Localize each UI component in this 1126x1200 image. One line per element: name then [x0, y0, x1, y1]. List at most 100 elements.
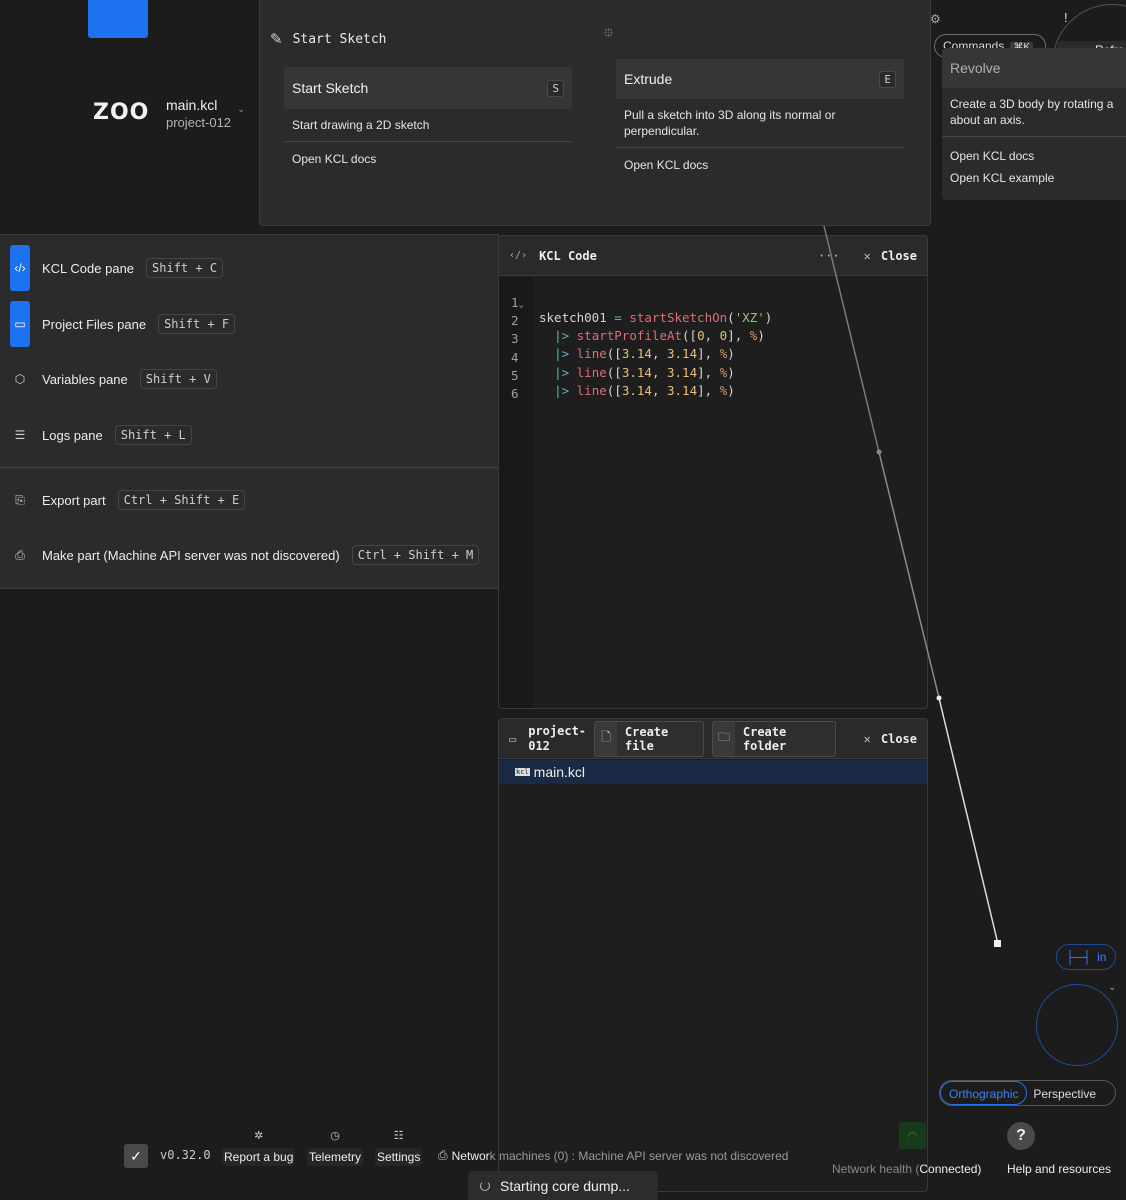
- start-sketch-description: Start drawing a 2D sketch: [292, 118, 430, 132]
- projection-toggle: Orthographic Perspective: [939, 1080, 1116, 1106]
- more-options-button[interactable]: ···: [818, 249, 840, 263]
- view-gizmo[interactable]: [1036, 984, 1118, 1066]
- project-files-pane: ▭ project-012 🗋 Create file 🗀 Create fol…: [498, 718, 928, 1192]
- command-make-part[interactable]: ⎙ Make part (Machine API server was not …: [0, 532, 498, 578]
- printer-icon: ⎙: [438, 1148, 448, 1162]
- spinner-icon: [480, 1180, 490, 1191]
- code-icon: ‹/›: [10, 245, 30, 291]
- kcl-code-pane: ‹/› KCL Code ··· ✕ Close 1⌄ sketch001 = …: [498, 235, 928, 709]
- pane-header: ▭ project-012 🗋 Create file 🗀 Create fol…: [499, 719, 927, 759]
- revolve-menu-card: Revolve Create a 3D body by rotating a a…: [942, 48, 1126, 200]
- command-label: Logs pane: [42, 427, 103, 443]
- close-pane-button[interactable]: Close: [881, 732, 917, 746]
- revolve-menu-item[interactable]: Revolve: [942, 48, 1126, 88]
- active-tool-indicator[interactable]: [88, 0, 148, 38]
- command-variables-pane[interactable]: ⬡ Variables pane Shift + V: [0, 356, 498, 402]
- extrude-menu-item[interactable]: Extrude E: [616, 59, 904, 99]
- command-label: Variables pane: [42, 371, 128, 387]
- wifi-icon[interactable]: ◠: [899, 1122, 926, 1149]
- toast-message: Starting core dump...: [500, 1177, 630, 1194]
- command-list: ‹/› KCL Code pane Shift + C ▭ Project Fi…: [0, 234, 499, 589]
- code-line: 5 |> line([3.14, 3.14], %): [511, 368, 735, 398]
- create-file-button[interactable]: 🗋 Create file: [594, 720, 705, 757]
- code-editor[interactable]: 1⌄ sketch001 = startSketchOn('XZ') 2 |> …: [499, 277, 927, 708]
- command-project-files-pane[interactable]: ▭ Project Files pane Shift + F: [0, 301, 498, 347]
- command-kcl-code-pane[interactable]: ‹/› KCL Code pane Shift + C: [0, 245, 498, 291]
- code-line: 4 |> line([3.14, 3.14], %): [511, 350, 735, 380]
- command-logs-pane[interactable]: ☰ Logs pane Shift + L: [0, 412, 498, 458]
- file-name: main.kcl: [533, 764, 586, 780]
- ruler-icon: ├─┤: [1065, 950, 1092, 964]
- export-icon: ⎘: [15, 492, 25, 507]
- settings-button[interactable]: ☷ Settings: [375, 1128, 423, 1166]
- start-sketch-group-header[interactable]: ✎ Start Sketch: [270, 30, 387, 48]
- sketch-vertex: [936, 695, 942, 701]
- close-icon[interactable]: ✕: [864, 249, 871, 263]
- shortcut-badge: Ctrl + Shift + M: [351, 545, 480, 565]
- list-icon: ☰: [14, 428, 26, 442]
- orthographic-option[interactable]: Orthographic: [940, 1081, 1028, 1105]
- version-label: v0.32.0: [160, 1148, 211, 1162]
- open-kcl-docs-link[interactable]: Open KCL docs: [616, 148, 904, 182]
- close-icon[interactable]: ✕: [864, 732, 871, 746]
- help-button[interactable]: ?: [1007, 1122, 1035, 1150]
- folder-icon: ▭: [10, 301, 30, 347]
- code-line: 6: [499, 371, 544, 401]
- pencil-icon: ✎: [270, 31, 283, 48]
- shortcut-badge: Shift + F: [158, 314, 236, 334]
- open-kcl-docs-link[interactable]: Open KCL docs: [942, 137, 1126, 167]
- file-tree-item[interactable]: kcl main.kcl: [499, 760, 927, 784]
- chevron-down-icon[interactable]: ⌄: [1108, 982, 1116, 993]
- shortcut-badge: E: [879, 70, 896, 88]
- shortcut-badge: Shift + V: [139, 369, 217, 389]
- file-plus-icon: 🗋: [595, 721, 617, 756]
- core-dump-toast: Starting core dump...: [468, 1171, 658, 1200]
- open-kcl-docs-link[interactable]: Open KCL docs: [284, 142, 572, 176]
- shortcut-badge: Shift + L: [114, 425, 192, 445]
- code-line: 2 |> startProfileAt([0, 0], %): [511, 313, 765, 343]
- telemetry-button[interactable]: ◷ Telemetry: [307, 1128, 364, 1166]
- printer-icon: ⎙: [15, 547, 25, 562]
- code-line: 3 |> line([3.14, 3.14], %): [511, 331, 735, 361]
- command-label: Project Files pane: [42, 316, 147, 332]
- open-kcl-example-link[interactable]: Open KCL example: [942, 167, 1126, 189]
- start-sketch-menu-item[interactable]: Start Sketch S: [284, 67, 572, 109]
- checkmark-icon[interactable]: ✓: [124, 1144, 148, 1168]
- shortcut-badge: S: [547, 79, 564, 97]
- shortcut-badge: Shift + C: [146, 258, 224, 278]
- pane-title: project-012: [528, 723, 587, 753]
- project-name: project-012: [166, 115, 232, 130]
- perspective-option[interactable]: Perspective: [1027, 1081, 1102, 1105]
- variable-icon: ⬡: [14, 372, 26, 386]
- code-line: 1⌄ sketch001 = startSketchOn('XZ'): [511, 295, 773, 325]
- units-button[interactable]: ├─┤ in: [1056, 944, 1116, 970]
- command-export-part[interactable]: ⎘ Export part Ctrl + Shift + E: [0, 477, 498, 523]
- start-sketch-menu-card: Start Sketch S Start drawing a 2D sketch…: [284, 67, 572, 176]
- zoo-logo[interactable]: ZOO: [93, 100, 149, 125]
- start-sketch-title: Start Sketch: [292, 80, 369, 96]
- create-folder-button[interactable]: 🗀 Create folder: [712, 720, 837, 757]
- close-pane-button[interactable]: Close: [881, 249, 917, 263]
- rocket-icon[interactable]: ⚙: [930, 12, 941, 26]
- network-health-status[interactable]: Network health (Connected): [832, 1162, 981, 1176]
- sliders-icon: ☷: [393, 1130, 404, 1142]
- sketch-segment: [938, 697, 999, 945]
- network-machines-status[interactable]: ⎙ Network machines (0) : Machine API ser…: [438, 1148, 788, 1163]
- report-bug-button[interactable]: ✲ Report a bug: [222, 1128, 296, 1166]
- divider: [0, 467, 498, 468]
- stopwatch-icon: ◷: [330, 1130, 340, 1142]
- code-icon: ‹/›: [509, 250, 528, 261]
- folder-plus-icon: 🗀: [713, 721, 735, 756]
- extrude-icon[interactable]: ⯐: [603, 22, 614, 46]
- command-label: Export part: [42, 492, 106, 508]
- file-name[interactable]: main.kcl: [166, 97, 217, 113]
- chevron-down-icon[interactable]: ⌄: [237, 104, 245, 115]
- sketch-endpoint-handle: [994, 940, 1001, 947]
- start-sketch-group-title: Start Sketch: [292, 31, 387, 47]
- shortcut-badge: Ctrl + Shift + E: [117, 490, 246, 510]
- folder-icon: ▭: [509, 731, 517, 746]
- help-and-resources-label[interactable]: Help and resources: [1007, 1162, 1111, 1176]
- units-label: in: [1097, 950, 1107, 964]
- pane-header: ‹/› KCL Code ··· ✕ Close: [499, 236, 927, 276]
- command-label: Make part (Machine API server was not di…: [42, 547, 340, 563]
